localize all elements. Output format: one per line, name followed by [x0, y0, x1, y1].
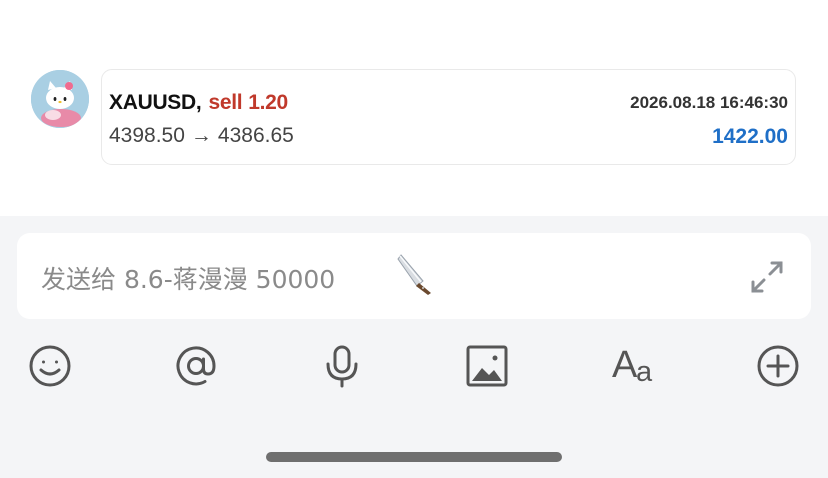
- chat-area: XAUUSD, sell 1.20 4398.50 → 4386.65 2026.08.…: [0, 0, 828, 216]
- trade-prices: 4398.50 → 4386.65: [109, 124, 294, 148]
- avatar[interactable]: [31, 70, 89, 128]
- message-placeholder: 发送给 8.6-蒋漫漫 50000: [41, 265, 336, 294]
- trade-card[interactable]: XAUUSD, sell 1.20 4398.50 → 4386.65 2026.08.…: [101, 69, 796, 165]
- close-price: 4386.65: [217, 124, 294, 147]
- trade-side: sell: [208, 91, 243, 114]
- trade-separator: ,: [195, 91, 202, 114]
- home-indicator[interactable]: [266, 452, 562, 462]
- plus-circle-icon[interactable]: [756, 344, 800, 388]
- emoji-smile-icon[interactable]: [28, 344, 72, 388]
- font-icon-small-letter: a: [636, 356, 653, 388]
- font-icon-big-letter: A: [612, 344, 638, 386]
- trade-symbol: XAUUSD: [109, 91, 196, 114]
- message-input[interactable]: 发送给 8.6-蒋漫漫 50000: [17, 233, 811, 319]
- microphone-icon[interactable]: [320, 344, 364, 388]
- expand-arrows-icon[interactable]: [747, 257, 787, 302]
- trade-profit: 1422.00: [712, 125, 788, 148]
- font-format-icon[interactable]: Aa: [610, 344, 658, 388]
- at-mention-icon[interactable]: [174, 344, 218, 388]
- knife-icon: [395, 251, 435, 300]
- trade-title: XAUUSD, sell 1.20: [109, 91, 288, 115]
- trade-lots: 1.20: [248, 91, 288, 114]
- composer-panel: 发送给 8.6-蒋漫漫 50000 A a: [0, 216, 828, 478]
- open-price: 4398.50: [109, 124, 185, 147]
- hello-kitty-avatar-icon: [31, 70, 89, 128]
- price-arrow: →: [190, 124, 212, 147]
- trade-datetime: 2026.08.18 16:46:30: [630, 93, 788, 112]
- image-icon[interactable]: [465, 344, 509, 388]
